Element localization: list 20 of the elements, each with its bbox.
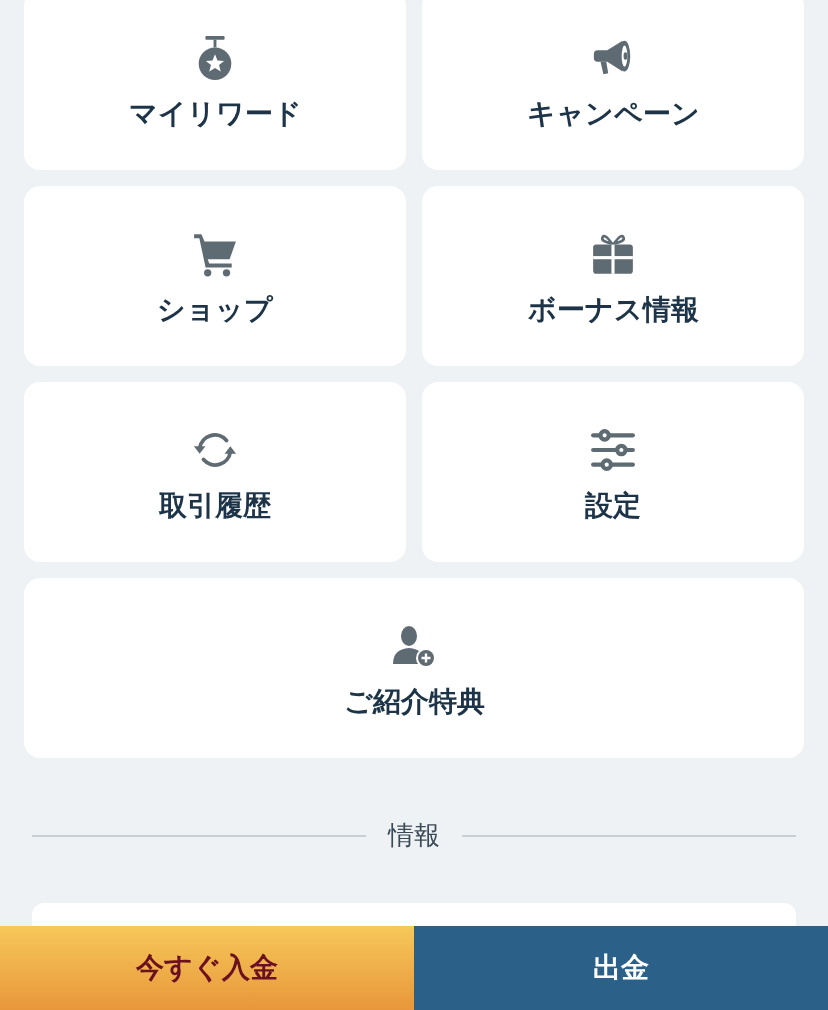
menu-label: ご紹介特典 — [343, 684, 485, 720]
cart-icon — [192, 231, 238, 277]
menu-label: ボーナス情報 — [527, 292, 699, 328]
menu-tile[interactable]: マイリワード — [24, 0, 406, 170]
menu-label: キャンペーン — [526, 96, 700, 132]
section-title: 情報 — [388, 819, 440, 852]
menu-tile[interactable]: キャンペーン — [422, 0, 804, 170]
menu-tile[interactable]: 設定 — [422, 382, 804, 562]
add-user-icon — [391, 623, 437, 669]
menu-tile[interactable]: ご紹介特典 — [24, 578, 804, 758]
menu-tile[interactable]: ボーナス情報 — [422, 186, 804, 366]
menu-label: 取引履歴 — [159, 488, 271, 524]
menu-label: ショップ — [157, 292, 273, 328]
withdraw-button[interactable]: 出金 — [414, 926, 828, 1010]
menu-label: マイリワード — [128, 96, 302, 132]
menu-label: 設定 — [585, 488, 641, 524]
menu-tile[interactable]: 取引履歴 — [24, 382, 406, 562]
settings-icon — [590, 427, 636, 473]
menu-tile[interactable]: ショップ — [24, 186, 406, 366]
deposit-button[interactable]: 今すぐ入金 — [0, 926, 414, 1010]
